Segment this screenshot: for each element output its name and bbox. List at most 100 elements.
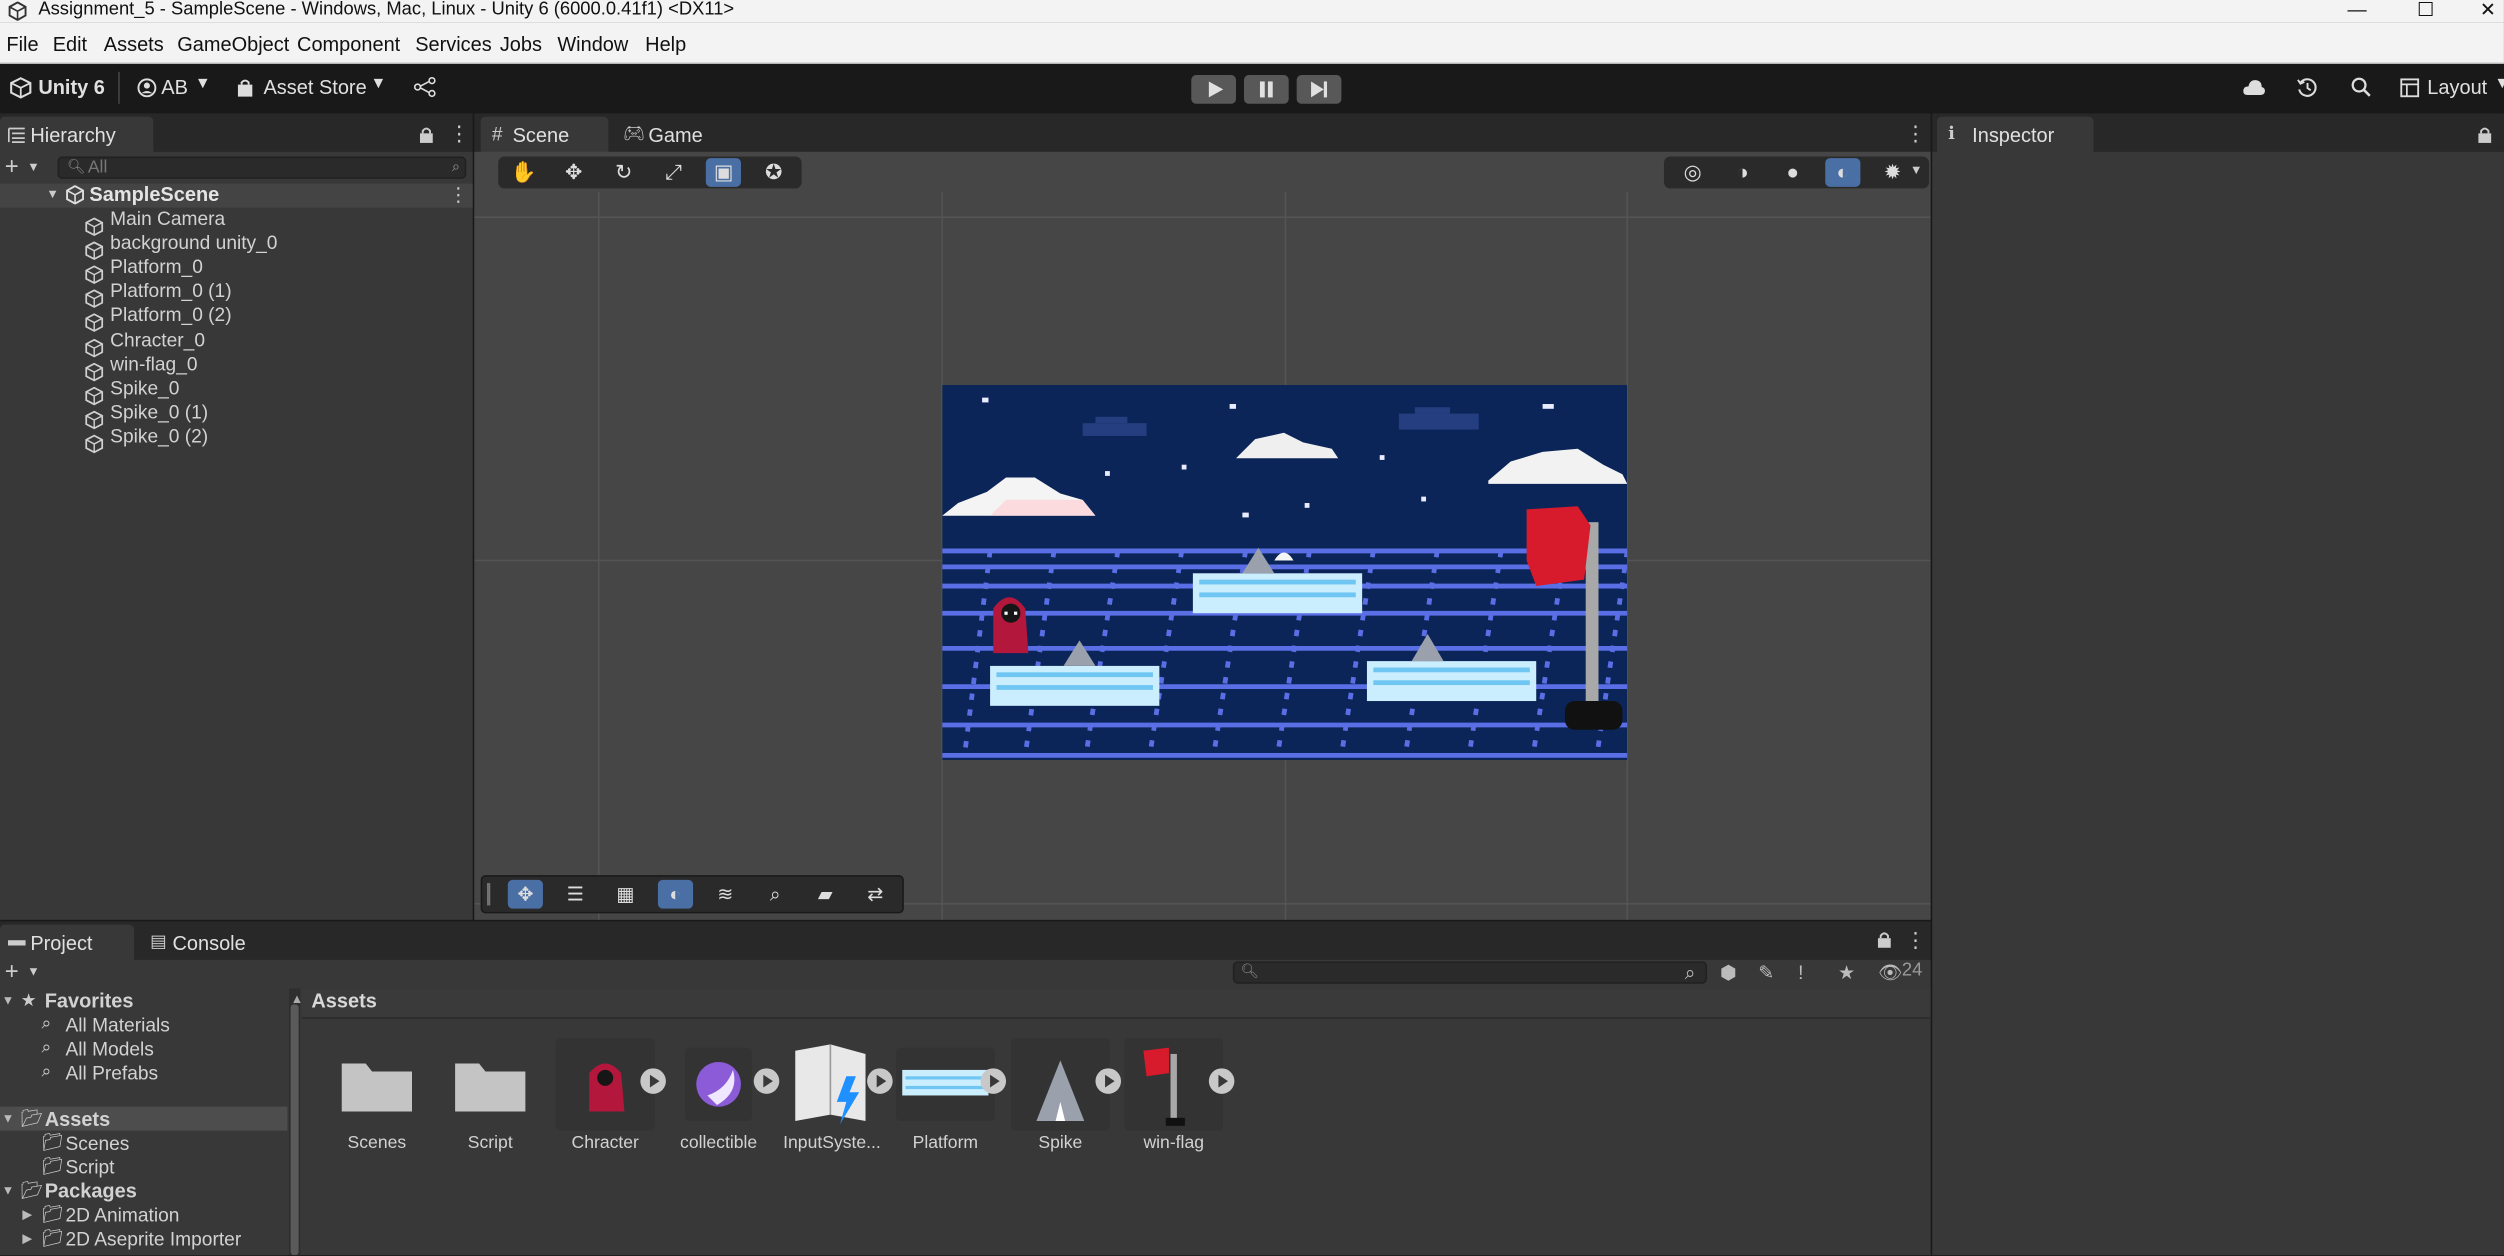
- tree-item-label[interactable]: All Models: [65, 1038, 153, 1060]
- expand-arrow-icon[interactable]: ▼: [2, 1183, 15, 1197]
- move-tool-button[interactable]: ✥: [556, 158, 591, 187]
- asset-item[interactable]: [441, 1038, 540, 1131]
- cloud-icon[interactable]: [2242, 78, 2266, 96]
- hierarchy-item[interactable]: [0, 425, 473, 449]
- asset-item[interactable]: [327, 1038, 426, 1131]
- transform-tool-button[interactable]: ✪: [756, 158, 791, 187]
- tree-item-label[interactable]: All Prefabs: [65, 1062, 158, 1084]
- info-filter-icon[interactable]: !: [1798, 961, 1803, 983]
- play-button[interactable]: [1191, 75, 1237, 104]
- favorites-icon[interactable]: ★: [1838, 961, 1855, 983]
- hierarchy-item[interactable]: [0, 328, 473, 352]
- chevron-down-icon[interactable]: ▼: [1910, 163, 1923, 177]
- tab-hierarchy[interactable]: Hierarchy: [0, 116, 154, 154]
- pause-button[interactable]: [1243, 75, 1289, 104]
- camera-button[interactable]: ▰: [808, 880, 843, 909]
- hierarchy-item[interactable]: [0, 304, 473, 328]
- tree-item-label[interactable]: Assets: [45, 1108, 110, 1130]
- filter-by-type-icon[interactable]: ⬢: [1720, 961, 1737, 983]
- menu-window[interactable]: Window: [557, 34, 628, 56]
- hierarchy-item[interactable]: [0, 280, 473, 304]
- more-options-icon[interactable]: ⋮: [1905, 121, 1926, 147]
- add-icon[interactable]: +: [5, 958, 19, 985]
- lock-icon[interactable]: [1876, 931, 1892, 949]
- tool-settings-button[interactable]: ☰: [558, 880, 593, 909]
- hierarchy-item[interactable]: [0, 352, 473, 376]
- lit-button[interactable]: ●: [1775, 158, 1810, 187]
- add-icon[interactable]: +: [5, 153, 19, 180]
- maximize-button[interactable]: ☐: [2394, 0, 2458, 22]
- history-icon[interactable]: [2296, 77, 2318, 99]
- menu-help[interactable]: Help: [645, 34, 686, 56]
- gizmos-button[interactable]: ✹: [1875, 158, 1910, 187]
- lock-icon[interactable]: [418, 126, 434, 144]
- expand-asset-icon[interactable]: [980, 1068, 1007, 1094]
- hierarchy-item[interactable]: [0, 208, 473, 232]
- grid-snapping-button[interactable]: ▦: [608, 880, 643, 909]
- overlay-drag-handle[interactable]: [487, 883, 491, 906]
- game-scene-canvas[interactable]: [942, 384, 1628, 761]
- expand-arrow-icon[interactable]: ▶: [22, 1207, 32, 1221]
- search-icon[interactable]: [2351, 77, 2372, 98]
- expand-asset-icon[interactable]: [867, 1068, 893, 1094]
- shading-button[interactable]: ◑: [1725, 158, 1760, 187]
- menu-file[interactable]: File: [6, 34, 38, 56]
- project-search-input[interactable]: 🔍︎: [1232, 961, 1708, 984]
- menu-gameobject[interactable]: GameObject: [177, 34, 289, 56]
- expand-asset-icon[interactable]: [753, 1068, 780, 1094]
- tree-item-label[interactable]: Scenes: [65, 1132, 129, 1154]
- scene-options-icon[interactable]: ⋮: [449, 184, 468, 206]
- eye-icon[interactable]: 👁︎: [1878, 961, 1902, 983]
- scene-search-icon[interactable]: ⌕: [1685, 961, 1696, 985]
- close-button[interactable]: ✕: [2456, 0, 2504, 22]
- tree-item-label[interactable]: Packages: [45, 1180, 137, 1202]
- search-filter-icon[interactable]: ⌕: [452, 158, 460, 176]
- tab-console[interactable]: ▤ Console: [144, 925, 272, 962]
- tree-item-label[interactable]: 2D Animation: [65, 1204, 179, 1226]
- layout-dropdown[interactable]: Layout: [2427, 77, 2487, 99]
- hierarchy-item[interactable]: [0, 400, 473, 424]
- global-view-button[interactable]: ◎: [1675, 158, 1710, 187]
- hierarchy-search-input[interactable]: 🔍︎ All ⌕: [57, 156, 467, 179]
- asset-store-button[interactable]: Asset Store: [263, 77, 366, 99]
- tab-project[interactable]: ▬ Project: [0, 924, 135, 962]
- tree-item-label[interactable]: Script: [65, 1156, 114, 1178]
- menu-jobs[interactable]: Jobs: [500, 34, 542, 56]
- menu-edit[interactable]: Edit: [53, 34, 87, 56]
- menu-component[interactable]: Component: [297, 34, 400, 56]
- tree-scrollbar[interactable]: [289, 988, 301, 1256]
- tab-game[interactable]: 🎮︎ Game: [613, 117, 725, 154]
- rotate-tool-button[interactable]: ↻: [606, 158, 641, 187]
- filter-by-label-icon[interactable]: ✎: [1758, 961, 1774, 983]
- rect-tool-button[interactable]: ▣: [706, 158, 742, 187]
- unity-version-label[interactable]: Unity 6: [38, 77, 105, 99]
- menu-assets[interactable]: Assets: [104, 34, 164, 56]
- expand-arrow-icon[interactable]: ▼: [2, 993, 15, 1007]
- hierarchy-item[interactable]: [0, 376, 473, 400]
- 2d-view-button[interactable]: ◐: [1825, 158, 1861, 187]
- expand-arrow-icon[interactable]: ▼: [46, 187, 59, 201]
- tab-inspector[interactable]: ℹ Inspector: [1937, 116, 2094, 154]
- expand-asset-icon[interactable]: [640, 1068, 666, 1094]
- version-control-icon[interactable]: [413, 76, 436, 98]
- expand-arrow-icon[interactable]: ▶: [22, 1231, 32, 1245]
- more-options-icon[interactable]: ⋮: [449, 121, 470, 147]
- tree-item-label[interactable]: 2D Aseprite Importer: [65, 1228, 241, 1250]
- more-options-icon[interactable]: ⋮: [1905, 928, 1926, 954]
- hand-tool-button[interactable]: ✋: [506, 158, 541, 187]
- step-button[interactable]: [1296, 75, 1342, 104]
- tree-item-label[interactable]: Favorites: [45, 990, 134, 1012]
- hierarchy-item[interactable]: [0, 256, 473, 280]
- menu-services[interactable]: Services: [415, 34, 492, 56]
- tab-scene[interactable]: # Scene: [480, 116, 609, 154]
- expand-arrow-icon[interactable]: ▼: [2, 1111, 15, 1125]
- minimize-button[interactable]: —: [2325, 0, 2389, 22]
- expand-asset-icon[interactable]: [1208, 1068, 1235, 1094]
- shuffle-button[interactable]: ⇄: [858, 880, 893, 909]
- breadcrumb[interactable]: Assets: [311, 990, 376, 1012]
- layers-button[interactable]: ≋: [708, 880, 743, 909]
- scale-tool-button[interactable]: ⤢: [656, 158, 691, 187]
- hidden-packages-count[interactable]: 24: [1902, 961, 1922, 980]
- search-overlay-button[interactable]: ⌕: [758, 880, 793, 909]
- account-button[interactable]: AB: [161, 77, 188, 99]
